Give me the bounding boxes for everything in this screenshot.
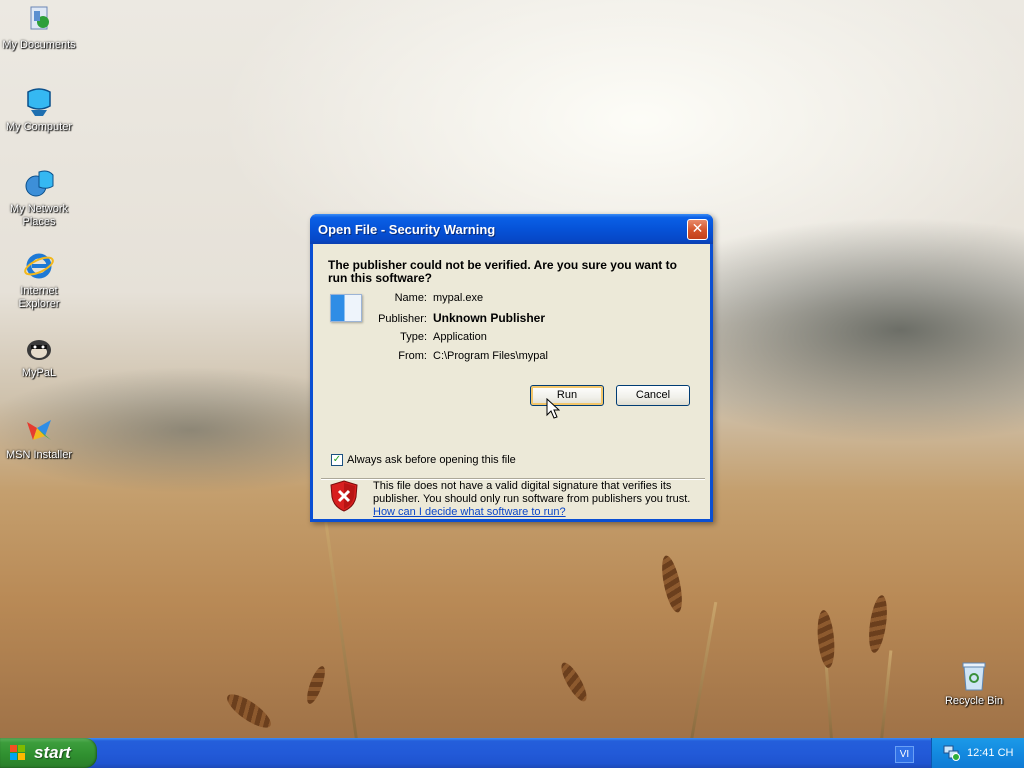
desktop-icon-mypal[interactable]: MyPaL <box>1 332 77 380</box>
desktop-icon-label: MyPaL <box>21 367 57 379</box>
field-value-from: C:\Program Files\mypal <box>433 350 548 362</box>
windows-logo-icon <box>10 745 26 761</box>
dialog-body: The publisher could not be verified. Are… <box>313 244 710 519</box>
network-status-icon[interactable] <box>943 745 961 761</box>
close-icon: ✕ <box>691 221 704 237</box>
security-shield-icon <box>330 480 358 512</box>
always-ask-label[interactable]: Always ask before opening this file <box>347 454 516 466</box>
field-row-publisher: Publisher: Unknown Publisher <box>373 311 545 325</box>
field-key: Type: <box>400 331 427 343</box>
start-button[interactable]: start <box>0 738 97 768</box>
field-row-type: Type: Application <box>373 331 487 343</box>
my-computer-icon <box>23 86 55 118</box>
checkmark-icon: ✓ <box>332 454 342 465</box>
system-tray: 12:41 CH <box>931 738 1024 768</box>
application-icon <box>330 294 362 322</box>
start-label: start <box>34 743 71 762</box>
internet-explorer-icon <box>23 250 55 282</box>
always-ask-checkbox[interactable]: ✓ <box>331 454 343 466</box>
close-button[interactable]: ✕ <box>687 219 708 240</box>
desktop-icon-my-computer[interactable]: My Computer <box>1 86 77 134</box>
field-key: Publisher: <box>378 313 427 325</box>
mypal-icon <box>23 332 55 364</box>
desktop-icon-my-documents[interactable]: My Documents <box>1 4 77 52</box>
security-warning-dialog: Open File - Security Warning ✕ The publi… <box>310 214 713 522</box>
mouse-cursor-icon <box>546 397 561 420</box>
field-value-type: Application <box>433 331 487 343</box>
warning-text: This file does not have a valid digital … <box>373 480 691 505</box>
field-value-publisher[interactable]: Unknown Publisher <box>433 311 545 325</box>
desktop-icon-label: My Network Places <box>9 203 69 228</box>
desktop-icon-label: My Documents <box>2 39 76 51</box>
language-indicator[interactable]: VI <box>895 746 914 763</box>
network-places-icon <box>23 168 55 200</box>
desktop-icon-network-places[interactable]: My Network Places <box>1 168 77 229</box>
field-key: Name: <box>394 292 427 304</box>
desktop-icon-label: Internet Explorer <box>18 285 60 310</box>
msn-icon <box>23 414 55 446</box>
desktop-icon-label: My Computer <box>5 121 73 133</box>
my-documents-icon <box>23 4 55 36</box>
dialog-title: Open File - Security Warning <box>318 222 496 237</box>
help-link[interactable]: How can I decide what software to run? <box>373 506 566 518</box>
taskbar: start VI 12:41 CH <box>0 738 1024 768</box>
clock[interactable]: 12:41 CH <box>967 747 1013 759</box>
run-button[interactable]: Run <box>530 385 604 406</box>
warning-message: This file does not have a valid digital … <box>373 480 703 519</box>
field-key: From: <box>398 350 427 362</box>
desktop-icon-internet-explorer[interactable]: Internet Explorer <box>1 250 77 311</box>
dialog-titlebar[interactable]: Open File - Security Warning ✕ <box>310 214 713 244</box>
desktop-icon-msn-installer[interactable]: MSN Installer <box>1 414 77 462</box>
field-row-name: Name: mypal.exe <box>373 292 484 304</box>
desktop-icon-label: Recycle Bin <box>944 695 1004 707</box>
cancel-button[interactable]: Cancel <box>616 385 690 406</box>
desktop-icon-recycle-bin[interactable]: Recycle Bin <box>936 660 1012 708</box>
field-row-from: From: C:\Program Files\mypal <box>373 350 548 362</box>
dialog-headline: The publisher could not be verified. Are… <box>328 258 677 285</box>
recycle-bin-icon <box>958 660 990 692</box>
desktop-icon-label: MSN Installer <box>5 449 73 461</box>
field-value-name: mypal.exe <box>433 292 484 304</box>
